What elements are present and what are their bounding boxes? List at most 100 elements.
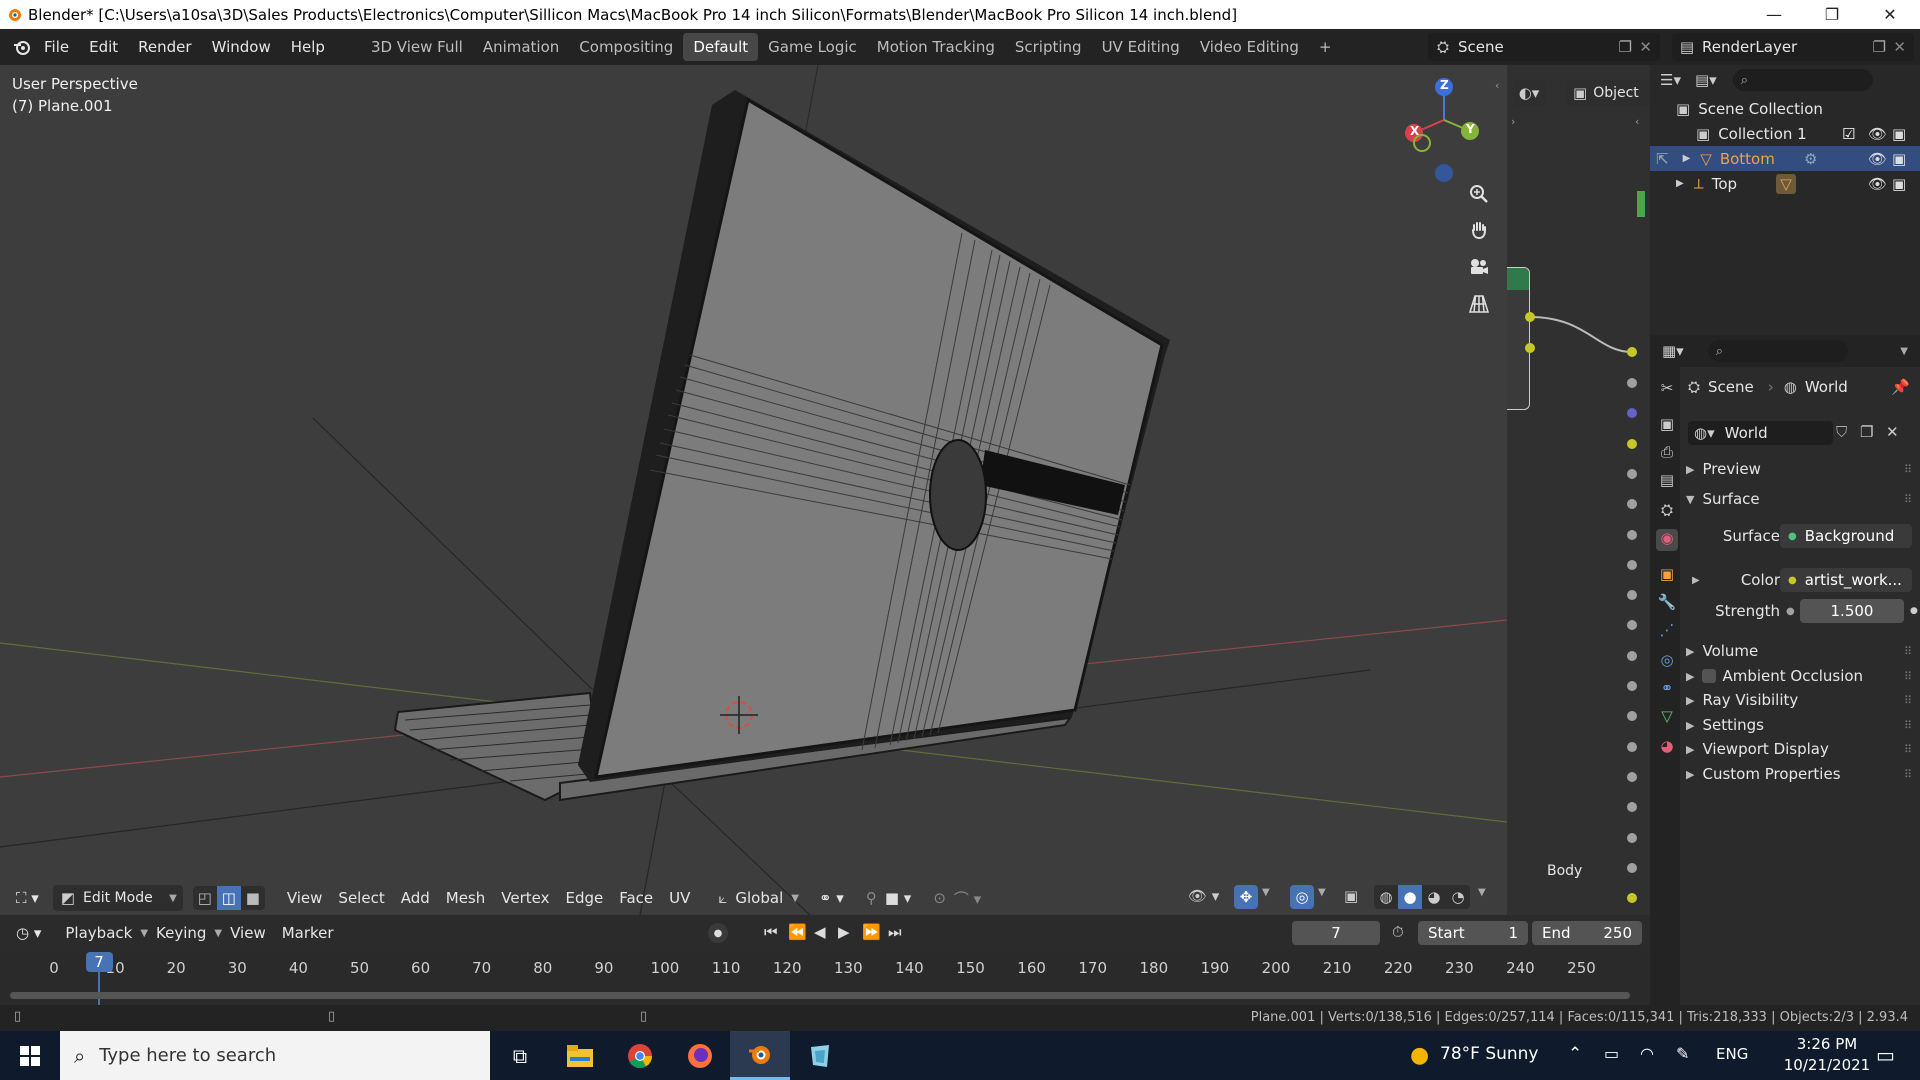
falloff-icon[interactable]: ⌒ ▾ — [954, 888, 981, 909]
timeline-scrollbar[interactable] — [10, 992, 1630, 999]
blender-menu-icon[interactable] — [10, 35, 34, 59]
material-tab-icon[interactable]: ◕ — [1656, 737, 1678, 759]
constraints-tab-icon[interactable]: ⚭ — [1656, 679, 1678, 701]
camera-render-icon[interactable]: ▣ — [1892, 125, 1906, 143]
menu-select[interactable]: Select — [330, 886, 392, 910]
outliner-editor-icon[interactable]: ☰▾ — [1660, 71, 1681, 89]
xray-toggle-icon[interactable]: ▣ — [1344, 887, 1358, 905]
prev-keyframe-icon[interactable]: ⏪ — [788, 923, 807, 941]
battery-icon[interactable]: ▭ — [1604, 1044, 1619, 1063]
node-socket-icon[interactable] — [1627, 438, 1637, 449]
menu-view[interactable]: View — [279, 886, 331, 910]
menu-timeline-view[interactable]: View — [222, 921, 274, 945]
app-taskbar-icon[interactable] — [790, 1043, 850, 1069]
notification-icon[interactable]: ▭ — [1876, 1043, 1895, 1067]
end-frame-field[interactable]: End 250 — [1532, 921, 1642, 945]
gizmo-toggle-icon[interactable]: ✥ — [1234, 885, 1258, 909]
physics-tab-icon[interactable]: ◎ — [1656, 651, 1678, 673]
output-tab-icon[interactable]: ⎙ — [1656, 443, 1678, 465]
blender-taskbar-icon[interactable] — [730, 1031, 790, 1080]
add-workspace-button[interactable]: + — [1309, 33, 1342, 61]
editor-type-icon[interactable]: ⛶ ▾ — [8, 886, 47, 910]
rendered-shading-icon[interactable]: ◔ — [1446, 885, 1470, 909]
chrome-icon[interactable] — [610, 1043, 670, 1069]
menu-vertex[interactable]: Vertex — [493, 886, 557, 910]
zoom-icon[interactable] — [1462, 177, 1496, 211]
menu-add[interactable]: Add — [393, 886, 438, 910]
fake-user-icon[interactable]: ⛉ — [1836, 423, 1847, 441]
display-mode-icon[interactable]: ▤▾ — [1695, 71, 1717, 89]
proportional-edit-icon[interactable]: ⊙ — [925, 886, 954, 910]
menu-edit[interactable]: Edit — [79, 38, 128, 56]
windows-start-icon[interactable] — [0, 1045, 60, 1066]
pin-icon[interactable]: 📌 — [1891, 378, 1910, 396]
weather-sun-icon[interactable]: ● — [1410, 1043, 1429, 1068]
stopwatch-icon[interactable]: ⏱ — [1392, 923, 1404, 941]
play-reverse-icon[interactable]: ◀ — [814, 923, 826, 941]
tab-animation[interactable]: Animation — [473, 33, 569, 61]
start-frame-field[interactable]: Start 1 — [1418, 921, 1528, 945]
camera-render-icon[interactable]: ▣ — [1892, 175, 1906, 193]
current-frame-field[interactable]: 7 — [1292, 921, 1380, 945]
node-socket-icon[interactable] — [1627, 650, 1637, 661]
face-select-icon[interactable]: ■ — [241, 886, 265, 910]
eye-icon[interactable]: 👁 — [1868, 175, 1887, 193]
outliner[interactable]: ☰▾ ▤▾ ⌕ ▣ Scene Collection ▣ Collection … — [1650, 65, 1920, 335]
timeline-editor-icon[interactable]: ◷ ▾ — [8, 921, 49, 945]
ambient-occlusion-checkbox[interactable] — [1702, 669, 1717, 683]
modifier-tab-icon[interactable]: 🔧 — [1656, 593, 1678, 615]
edge-select-icon[interactable]: ◫ — [216, 886, 241, 910]
3d-viewport[interactable]: User Perspective (7) Plane.001 Z X Y ‹ — [0, 65, 1507, 915]
node-socket-icon[interactable] — [1627, 529, 1637, 540]
particles-tab-icon[interactable]: ⋰ — [1656, 621, 1678, 643]
outliner-item-top[interactable]: ▶ ⟂ Top ▽ 👁 ▣ — [1650, 171, 1920, 196]
menu-keying[interactable]: Keying — [148, 921, 214, 945]
node-socket-icon[interactable] — [1627, 378, 1637, 388]
strength-field[interactable]: 1.500 — [1800, 599, 1904, 623]
menu-playback[interactable]: Playback — [57, 921, 140, 945]
color-input-field[interactable]: ● artist_work... — [1780, 568, 1912, 592]
weather-text[interactable]: 78°F Sunny — [1440, 1044, 1539, 1064]
scene-selector[interactable]: ⛭ Scene ❐ ✕ — [1428, 33, 1660, 61]
jump-end-icon[interactable]: ⏭ — [888, 923, 902, 941]
object-tab-icon[interactable]: ▣ — [1656, 565, 1678, 587]
node-socket-icon[interactable] — [1627, 559, 1637, 570]
menu-marker[interactable]: Marker — [274, 921, 342, 945]
duplicate-layer-icon[interactable]: ❐ — [1873, 38, 1886, 56]
orientation-selector[interactable]: Global — [727, 886, 791, 910]
outliner-item-bottom[interactable]: ⇱ ▶ ▽ Bottom ⚙ 👁 ▣ — [1650, 146, 1920, 171]
tab-3d-view-full[interactable]: 3D View Full — [361, 33, 473, 61]
panel-custom-properties[interactable]: ▶ Custom Properties ⠿ — [1680, 760, 1920, 788]
overlay-toggle-icon[interactable]: ◎ — [1290, 885, 1314, 909]
expand-arrow-icon[interactable]: ▶ — [1683, 153, 1691, 164]
render-tab-icon[interactable]: ▣ — [1656, 415, 1678, 437]
keyframe-dot-icon[interactable]: ● — [1910, 606, 1918, 616]
menu-render[interactable]: Render — [128, 38, 201, 56]
next-keyframe-icon[interactable]: ⏩ — [862, 923, 881, 941]
node-socket-icon[interactable] — [1627, 832, 1637, 843]
surface-shader-field[interactable]: ● Background — [1780, 524, 1912, 548]
timeline-ruler[interactable]: 0 10 20 30 40 50 60 70 80 90 100 110 120 130 140 150 160… — [0, 951, 1650, 1010]
pan-hand-icon[interactable] — [1462, 213, 1496, 247]
menu-help[interactable]: Help — [281, 38, 335, 56]
firefox-icon[interactable] — [670, 1043, 730, 1069]
data-tab-icon[interactable]: ▽ — [1656, 707, 1678, 729]
tool-tab-icon[interactable]: ✂ — [1656, 379, 1678, 401]
close-button[interactable]: ✕ — [1861, 0, 1919, 29]
view-layer-tab-icon[interactable]: ▤ — [1656, 471, 1678, 493]
tab-game-logic[interactable]: Game Logic — [758, 33, 867, 61]
camera-icon[interactable] — [1462, 250, 1496, 284]
edit-mode-indicator-icon[interactable]: ⇱ — [1656, 150, 1669, 168]
menu-face[interactable]: Face — [611, 886, 661, 910]
expand-arrow-icon[interactable]: ▶ — [1676, 178, 1684, 189]
snap-element-icon[interactable]: ■ ▾ — [885, 889, 911, 907]
tab-motion-tracking[interactable]: Motion Tracking — [867, 33, 1005, 61]
checkbox-icon[interactable]: ☑ — [1842, 125, 1855, 143]
panel-preview[interactable]: ▶ Preview ⠿ — [1680, 455, 1920, 483]
play-icon[interactable]: ▶ — [838, 923, 850, 941]
menu-window[interactable]: Window — [202, 38, 281, 56]
panel-ray-visibility[interactable]: ▶ Ray Visibility ⠿ — [1680, 686, 1920, 714]
material-shading-icon[interactable]: ◕ — [1422, 885, 1446, 909]
expand-arrow-icon[interactable]: ▶ — [1692, 575, 1700, 586]
node-socket-icon[interactable] — [1627, 681, 1637, 691]
